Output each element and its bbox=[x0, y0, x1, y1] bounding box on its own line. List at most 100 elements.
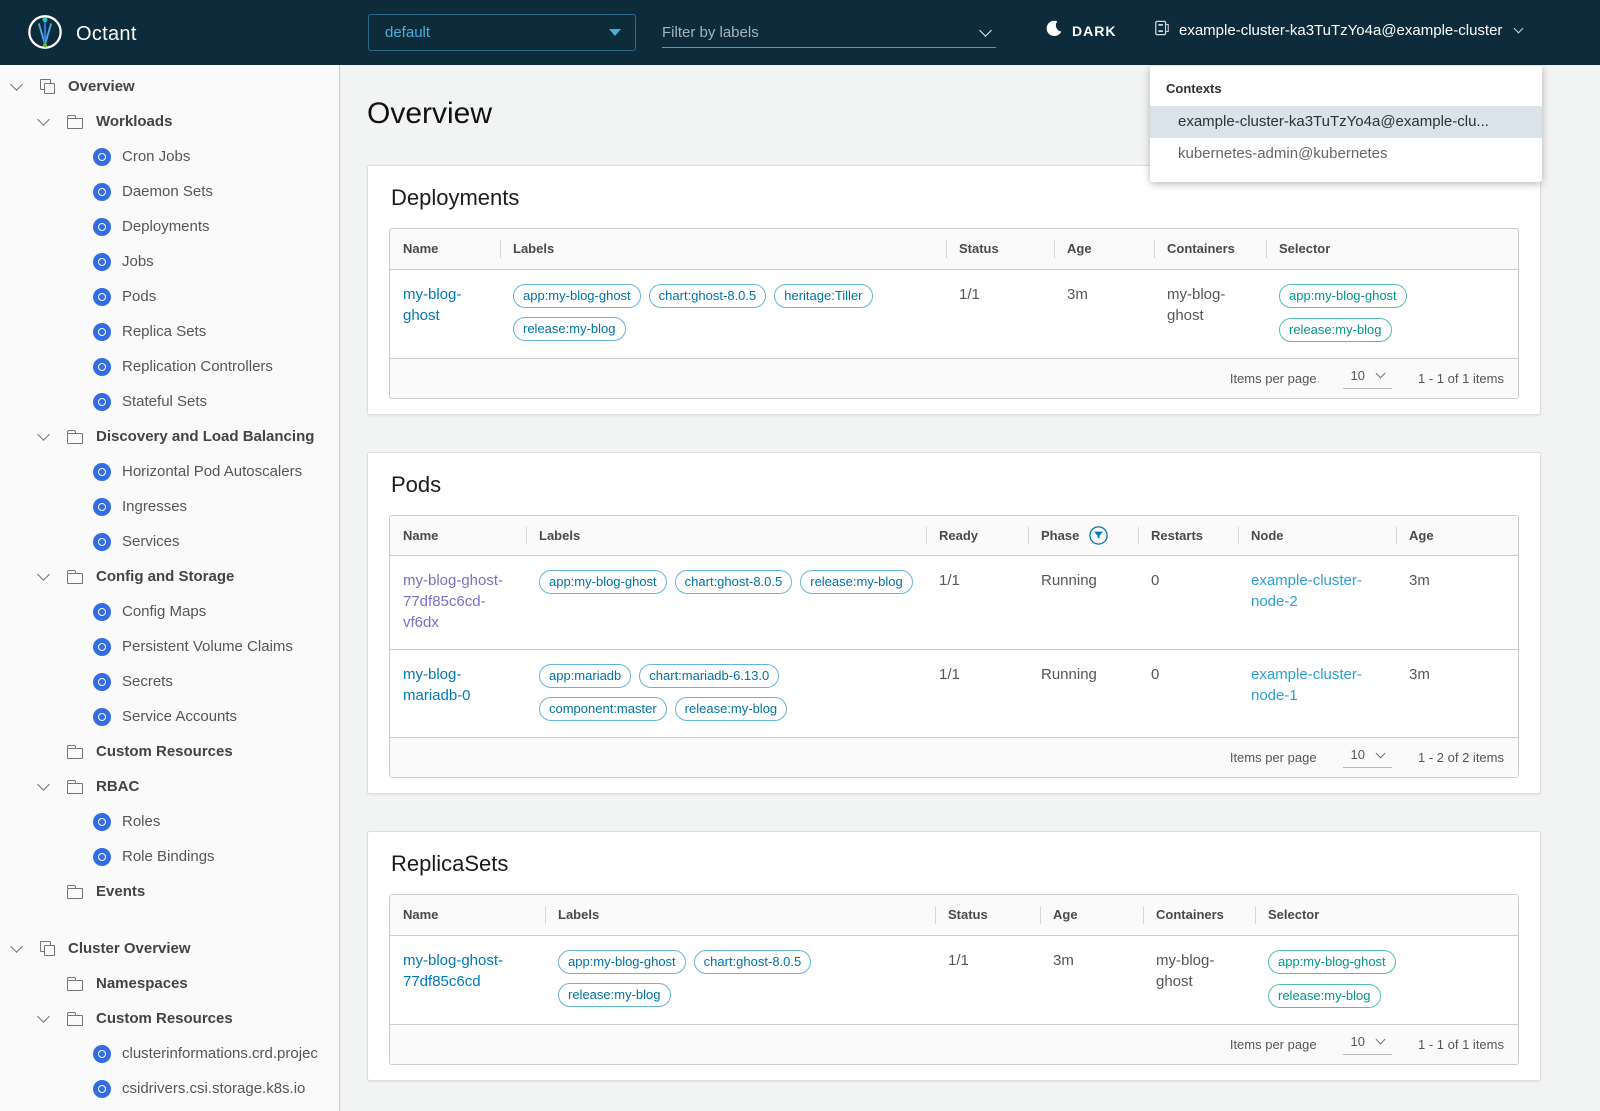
sidebar-item-horizontal-pod-autoscalers[interactable]: Horizontal Pod Autoscalers bbox=[0, 454, 339, 489]
phase-cell: Running bbox=[1028, 555, 1138, 650]
replicaset-name-link[interactable]: my-blog-ghost-77df85c6cd bbox=[403, 952, 503, 990]
sidebar-item-jobs[interactable]: Jobs bbox=[0, 244, 339, 279]
pods-title: Pods bbox=[391, 471, 442, 497]
role-icon bbox=[93, 812, 111, 831]
folder-icon bbox=[67, 1011, 83, 1026]
node-link[interactable]: example-cluster-node-2 bbox=[1251, 572, 1362, 610]
filter-funnel-icon[interactable] bbox=[1089, 525, 1109, 545]
chevron-down-icon[interactable] bbox=[37, 428, 50, 441]
chevron-down-icon bbox=[1375, 368, 1386, 379]
folder-icon bbox=[67, 569, 83, 584]
label-filter-input[interactable] bbox=[662, 23, 942, 41]
containers-cell: my-blog-ghost bbox=[1156, 951, 1215, 990]
namespace-select[interactable]: default bbox=[368, 14, 636, 51]
statefulset-icon bbox=[93, 392, 111, 411]
sidebar-item-cron-jobs[interactable]: Cron Jobs bbox=[0, 139, 339, 174]
selector-pill: app:my-blog-ghost bbox=[1268, 949, 1396, 974]
items-per-page-select[interactable]: 10 bbox=[1342, 747, 1393, 768]
octant-logo-icon bbox=[26, 13, 64, 56]
node-link[interactable]: example-cluster-node-1 bbox=[1251, 666, 1362, 704]
pagination-bar: Items per page 10 1 - 1 of 1 items bbox=[390, 1023, 1518, 1064]
hpa-icon bbox=[93, 462, 111, 481]
items-per-page-select[interactable]: 10 bbox=[1342, 368, 1393, 389]
sidebar-item-rbac[interactable]: RBAC bbox=[0, 769, 339, 804]
cronjob-icon bbox=[93, 147, 111, 166]
sidebar-item-replica-sets[interactable]: Replica Sets bbox=[0, 314, 339, 349]
label-pill: chart:ghost-8.0.5 bbox=[648, 283, 767, 308]
pagination-bar: Items per page 10 1 - 2 of 2 items bbox=[390, 737, 1518, 777]
app-header: Octant default DARK example-cluster-ka3T… bbox=[0, 0, 1600, 65]
items-per-page-label: Items per page bbox=[1229, 750, 1317, 765]
label-pill: chart:ghost-8.0.5 bbox=[674, 570, 793, 594]
chevron-down-icon[interactable] bbox=[37, 113, 50, 126]
table-row: my-blog-ghost-77df85c6cd-vf6dx app:my-bl… bbox=[390, 555, 1518, 650]
sidebar-item-stateful-sets[interactable]: Stateful Sets bbox=[0, 384, 339, 419]
crd-icon bbox=[93, 1079, 111, 1098]
sidebar-item-discovery-and-load-balancing[interactable]: Discovery and Load Balancing bbox=[0, 419, 339, 454]
sidebar-item-cluster-overview[interactable]: Cluster Overview bbox=[0, 931, 339, 966]
sidebar-item-service-accounts[interactable]: Service Accounts bbox=[0, 699, 339, 734]
table-row: my-blog-ghost app:my-blog-ghost chart:gh… bbox=[390, 269, 1518, 358]
replication-controller-icon bbox=[93, 357, 111, 376]
column-header-age: Age bbox=[1040, 895, 1143, 936]
sidebar-item-overview[interactable]: Overview bbox=[0, 69, 339, 104]
sidebar-item-services[interactable]: Services bbox=[0, 524, 339, 559]
replicaset-icon bbox=[93, 322, 111, 341]
sidebar-item-workloads[interactable]: Workloads bbox=[0, 104, 339, 139]
context-menu-item-current[interactable]: example-cluster-ka3TuTzYo4a@example-clu.… bbox=[1150, 106, 1542, 138]
column-header-containers: Containers bbox=[1143, 895, 1255, 936]
pod-name-link[interactable]: my-blog-mariadb-0 bbox=[403, 666, 471, 704]
sidebar-item-roles[interactable]: Roles bbox=[0, 804, 339, 839]
items-per-page-select[interactable]: 10 bbox=[1342, 1034, 1393, 1055]
pods-table: Name Labels Ready Phase Restarts Node Ag… bbox=[389, 514, 1519, 778]
sidebar-item-cluster-custom-resources[interactable]: Custom Resources bbox=[0, 1001, 339, 1036]
cluster-icon bbox=[1154, 20, 1170, 40]
status-cell: 1/1 bbox=[959, 285, 980, 303]
sidebar-item-events[interactable]: Events bbox=[0, 874, 339, 909]
moon-icon bbox=[1046, 20, 1063, 42]
ready-cell: 1/1 bbox=[939, 666, 960, 683]
column-header-name: Name bbox=[390, 229, 500, 270]
chevron-down-icon[interactable] bbox=[37, 568, 50, 581]
pod-name-link[interactable]: my-blog-ghost-77df85c6cd-vf6dx bbox=[403, 572, 503, 631]
label-pill: app:my-blog-ghost bbox=[539, 570, 667, 594]
label-pill: heritage:Tiller bbox=[774, 283, 873, 308]
chevron-down-icon[interactable] bbox=[37, 778, 50, 791]
chevron-down-icon[interactable] bbox=[37, 1010, 50, 1023]
chevron-down-icon[interactable] bbox=[10, 940, 23, 953]
sidebar-item-config-and-storage[interactable]: Config and Storage bbox=[0, 559, 339, 594]
ready-cell: 1/1 bbox=[926, 555, 1028, 650]
chevron-down-icon[interactable] bbox=[10, 78, 23, 91]
sidebar-item-deployments[interactable]: Deployments bbox=[0, 209, 339, 244]
sidebar-item-secrets[interactable]: Secrets bbox=[0, 664, 339, 699]
context-label: example-cluster-ka3TuTzYo4a@example-clus… bbox=[1179, 21, 1503, 39]
chevron-down-icon bbox=[1513, 23, 1524, 34]
sidebar-item-custom-resources[interactable]: Custom Resources bbox=[0, 734, 339, 769]
context-selector[interactable]: example-cluster-ka3TuTzYo4a@example-clus… bbox=[1154, 20, 1524, 40]
column-header-name: Name bbox=[390, 895, 545, 936]
role-binding-icon bbox=[93, 847, 111, 866]
context-menu-item-kubernetes-admin[interactable]: kubernetes-admin@kubernetes bbox=[1150, 138, 1542, 170]
sidebar-item-pods[interactable]: Pods bbox=[0, 279, 339, 314]
sidebar-item-config-maps[interactable]: Config Maps bbox=[0, 594, 339, 629]
sidebar-item-ingresses[interactable]: Ingresses bbox=[0, 489, 339, 524]
chevron-down-icon[interactable] bbox=[979, 23, 992, 37]
column-header-labels: Labels bbox=[545, 895, 935, 936]
table-header-row: Name Labels Ready Phase Restarts Node Ag… bbox=[390, 515, 1518, 556]
main-content: Overview Deployments Name Labels Status … bbox=[341, 65, 1600, 1111]
sidebar-item-daemon-sets[interactable]: Daemon Sets bbox=[0, 174, 339, 209]
sidebar-item-role-bindings[interactable]: Role Bindings bbox=[0, 839, 339, 874]
sidebar-item-csidrivers-crd[interactable]: csidrivers.csi.storage.k8s.io bbox=[0, 1071, 339, 1106]
sidebar-item-replication-controllers[interactable]: Replication Controllers bbox=[0, 349, 339, 384]
sidebar-item-namespaces[interactable]: Namespaces bbox=[0, 966, 339, 1001]
pagination-range: 1 - 2 of 2 items bbox=[1418, 750, 1504, 765]
age-cell: 3m bbox=[1409, 666, 1430, 683]
label-pill: app:my-blog-ghost bbox=[513, 283, 641, 308]
sidebar-item-persistent-volume-claims[interactable]: Persistent Volume Claims bbox=[0, 629, 339, 664]
applications-icon bbox=[40, 79, 55, 94]
sidebar-item-clusterinformations-crd[interactable]: clusterinformations.crd.projec bbox=[0, 1036, 339, 1071]
column-header-containers: Containers bbox=[1154, 229, 1266, 270]
sidebar-nav: Overview Workloads Cron Jobs Daemon Sets… bbox=[0, 65, 340, 1111]
dark-theme-toggle[interactable]: DARK bbox=[1046, 20, 1116, 42]
deployment-name-link[interactable]: my-blog-ghost bbox=[403, 286, 461, 324]
